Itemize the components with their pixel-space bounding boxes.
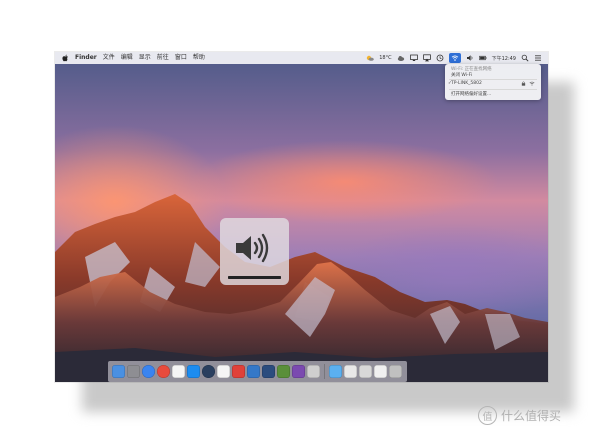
display-icon[interactable]: [409, 54, 418, 62]
notification-center-icon[interactable]: [534, 54, 542, 62]
network-preferences-item[interactable]: 打开网络偏好设置...: [451, 91, 491, 97]
menu-item-go[interactable]: 前往: [157, 52, 169, 64]
trash-icon[interactable]: [389, 365, 402, 378]
launchpad-icon[interactable]: [127, 365, 140, 378]
chrome-icon[interactable]: [157, 365, 170, 378]
cloud-icon[interactable]: [397, 54, 405, 62]
volume-level-bar: [228, 276, 281, 279]
app-store-icon[interactable]: [187, 365, 200, 378]
menu-separator: [449, 89, 537, 90]
lock-icon: [521, 81, 526, 86]
apple-logo-icon[interactable]: [62, 54, 69, 62]
music-icon[interactable]: [217, 365, 230, 378]
menu-item-edit[interactable]: 编辑: [121, 52, 133, 64]
status-area: 18°C 下午12:49: [366, 52, 542, 64]
image-icon[interactable]: [374, 365, 387, 378]
wifi-network-item[interactable]: TP-LINK_5802: [451, 81, 482, 86]
wifi-signal-icon: [529, 81, 535, 86]
menu-app-name[interactable]: Finder: [75, 52, 97, 64]
safari-icon[interactable]: [142, 365, 155, 378]
menu-bar: Finder 文件 编辑 显示 前往 窗口 帮助 18°C 下午12:49: [55, 52, 548, 64]
wifi-icon: [451, 55, 458, 61]
downloads-folder-icon[interactable]: [329, 365, 342, 378]
volume-level-fill: [228, 276, 281, 279]
steam-icon[interactable]: [202, 365, 215, 378]
volume-hud: [220, 218, 289, 285]
app-blue-icon[interactable]: [247, 365, 260, 378]
volume-icon[interactable]: [466, 54, 474, 62]
menu-item-window[interactable]: 窗口: [175, 52, 187, 64]
watermark-text: 什么值得买: [501, 409, 562, 423]
weather-icon[interactable]: [366, 54, 375, 62]
wifi-status-button[interactable]: [448, 53, 461, 63]
documents-icon[interactable]: [344, 365, 357, 378]
menu-item-help[interactable]: 帮助: [193, 52, 205, 64]
dock-separator: [324, 364, 325, 379]
finder-icon[interactable]: [112, 365, 125, 378]
finder-window-icon[interactable]: [359, 365, 372, 378]
menu-item-file[interactable]: 文件: [103, 52, 115, 64]
clock-text[interactable]: 下午12:49: [492, 55, 516, 62]
watermark: 值 什么值得买: [478, 406, 561, 425]
minecraft-icon[interactable]: [277, 365, 290, 378]
wifi-dropdown-menu: Wi-Fi: 正在查找网络 关闭 Wi-Fi ✓ TP-LINK_5802 打开…: [445, 64, 541, 100]
dock: [108, 361, 407, 382]
app-red-icon[interactable]: [232, 365, 245, 378]
menu-item-view[interactable]: 显示: [139, 52, 151, 64]
wallpaper-mountains: [55, 194, 548, 382]
speaker-volume-icon: [236, 233, 269, 263]
airplay-icon[interactable]: [422, 54, 431, 62]
app-purple-icon[interactable]: [292, 365, 305, 378]
app-gray-icon[interactable]: [307, 365, 320, 378]
spotlight-search-icon[interactable]: [521, 54, 529, 62]
watermark-logo: 值: [478, 406, 497, 425]
photoshop-icon[interactable]: [262, 365, 275, 378]
battery-icon[interactable]: [478, 54, 487, 62]
time-machine-icon[interactable]: [436, 54, 444, 62]
temperature-text[interactable]: 18°C: [379, 55, 391, 61]
wifi-toggle-item[interactable]: 关闭 Wi-Fi: [451, 72, 472, 78]
calendar-icon[interactable]: [172, 365, 185, 378]
menu-separator: [449, 79, 537, 80]
desktop-screen: Finder 文件 编辑 显示 前往 窗口 帮助 18°C 下午12:49 Wi…: [55, 52, 548, 382]
